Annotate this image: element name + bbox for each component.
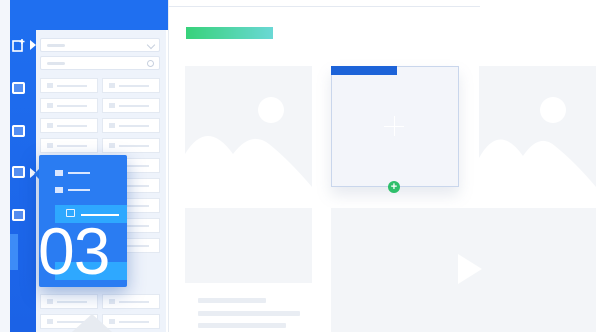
play-icon: [458, 254, 482, 284]
menu-item-line[interactable]: [68, 172, 90, 174]
list-item[interactable]: [40, 98, 98, 113]
search-icon: [147, 60, 154, 67]
text-placeholder-line: [198, 298, 266, 303]
search-input[interactable]: [40, 56, 160, 70]
list-item[interactable]: [40, 118, 98, 133]
add-page-icon[interactable]: [12, 38, 26, 52]
menu-item-line[interactable]: [68, 189, 90, 191]
image-placeholder-icon: [479, 97, 596, 187]
menu-item-icon: [55, 187, 63, 193]
text-placeholder-line: [198, 323, 286, 328]
rail-edge: [0, 0, 10, 332]
dropdown-placeholder: [47, 44, 65, 47]
page-icon[interactable]: [12, 166, 25, 178]
top-divider: [168, 6, 480, 7]
list-item[interactable]: [102, 78, 160, 93]
image-tile[interactable]: [479, 66, 596, 187]
list-item[interactable]: [40, 78, 98, 93]
page-icon[interactable]: [12, 125, 25, 137]
image-tile[interactable]: [185, 66, 312, 187]
top-header-bar: [10, 0, 168, 30]
section-title-bar: [186, 27, 273, 39]
list-item[interactable]: [102, 294, 160, 309]
video-tile[interactable]: [331, 208, 596, 332]
list-item[interactable]: [40, 294, 98, 309]
scroll-up-shape: [72, 314, 112, 332]
text-placeholder-line: [198, 311, 300, 316]
tile-selection-tab: [331, 66, 397, 75]
list-item[interactable]: [102, 138, 160, 153]
category-dropdown[interactable]: [40, 38, 160, 52]
list-item[interactable]: [40, 138, 98, 153]
chevron-down-icon: [146, 40, 156, 50]
page-icon[interactable]: [12, 209, 25, 221]
page-icon[interactable]: [12, 82, 25, 94]
add-icon[interactable]: +: [388, 181, 400, 193]
empty-tile[interactable]: [185, 208, 312, 283]
image-placeholder-icon: [185, 97, 312, 187]
rail-selected-highlight: [10, 234, 18, 270]
plus-icon[interactable]: [394, 116, 395, 136]
menu-item-icon: [55, 170, 63, 176]
step-number: 03: [38, 214, 110, 288]
search-placeholder: [47, 62, 65, 65]
list-item[interactable]: [102, 98, 160, 113]
list-item[interactable]: [102, 118, 160, 133]
